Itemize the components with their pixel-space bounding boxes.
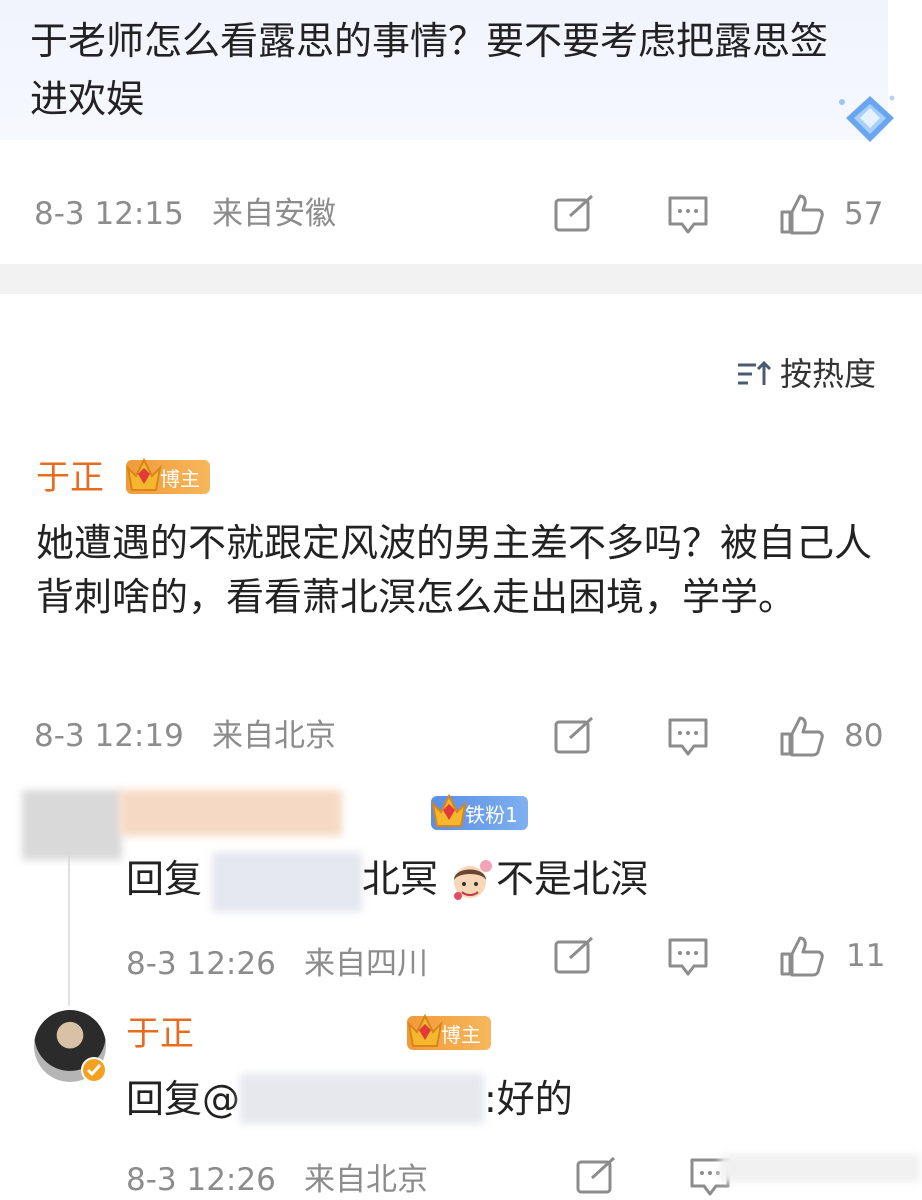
crown-icon (429, 792, 469, 834)
reply1-location: 来自四川 (304, 946, 428, 982)
crown-icon (124, 456, 164, 498)
blogger-badge-label: 博主 (440, 1022, 481, 1047)
reply1-text-a: 北冥 (362, 857, 439, 901)
like-icon[interactable] (778, 192, 826, 236)
fan-badge-label: 铁粉1 (465, 802, 518, 827)
reply2-location: 来自北京 (304, 1162, 428, 1198)
reply2-mention[interactable] (240, 1074, 484, 1124)
comment-icon[interactable] (666, 936, 710, 978)
comment-author[interactable]: 于正 (36, 456, 104, 500)
reply1-mention[interactable] (212, 852, 362, 912)
comment-icon[interactable] (666, 194, 710, 236)
verified-icon (80, 1056, 108, 1084)
comment-location: 来自北京 (212, 718, 336, 754)
comment-time: 8-3 12:19 (34, 718, 184, 754)
quoted-post-location: 来自安徽 (212, 196, 336, 232)
reply1-prefix: 回复 (126, 857, 203, 901)
like-icon[interactable] (778, 714, 826, 758)
crown-icon (405, 1012, 445, 1054)
comment-text: 她遭遇的不就跟定风波的男主差不多吗？被自己人背刺啥的，看看萧北溟怎么走出困境，学… (36, 521, 873, 619)
reply2-text: :好的 (484, 1077, 573, 1121)
reply2-time: 8-3 12:26 (126, 1162, 276, 1198)
blogger-badge: 博主 (406, 1013, 491, 1050)
share-icon[interactable] (574, 1156, 618, 1196)
sort-icon (736, 359, 774, 389)
sort-label: 按热度 (779, 355, 876, 393)
quoted-post-time: 8-3 12:15 (34, 196, 184, 232)
diamond-icon (832, 92, 902, 148)
like-count: 57 (844, 196, 884, 232)
like-icon[interactable] (778, 934, 826, 978)
watermark (720, 1154, 920, 1182)
reply1-text-b: 不是北溟 (496, 857, 649, 901)
avatar[interactable] (22, 790, 122, 860)
quoted-post-text: 于老师怎么看露思的事情？要不要考虑把露思签进欢娱 (30, 19, 829, 121)
blogger-badge-label: 博主 (160, 466, 200, 491)
sort-toggle[interactable]: 按热度 (736, 352, 876, 396)
share-icon[interactable] (552, 194, 596, 234)
section-divider (0, 264, 922, 294)
reply2-author[interactable]: 于正 (126, 1012, 194, 1056)
reply-thread-line (68, 836, 70, 1006)
comment-icon[interactable] (666, 716, 710, 758)
like-count: 80 (844, 718, 884, 754)
reply1-author[interactable] (120, 790, 342, 836)
reply1-time: 8-3 12:26 (126, 946, 276, 982)
blogger-badge: 博主 (126, 457, 210, 494)
reply2-prefix: 回复@ (126, 1077, 241, 1121)
share-icon[interactable] (552, 716, 596, 756)
share-icon[interactable] (552, 936, 596, 976)
emoji-icon (448, 858, 494, 902)
fan-badge: 铁粉1 (431, 793, 528, 830)
like-count: 11 (846, 938, 886, 974)
